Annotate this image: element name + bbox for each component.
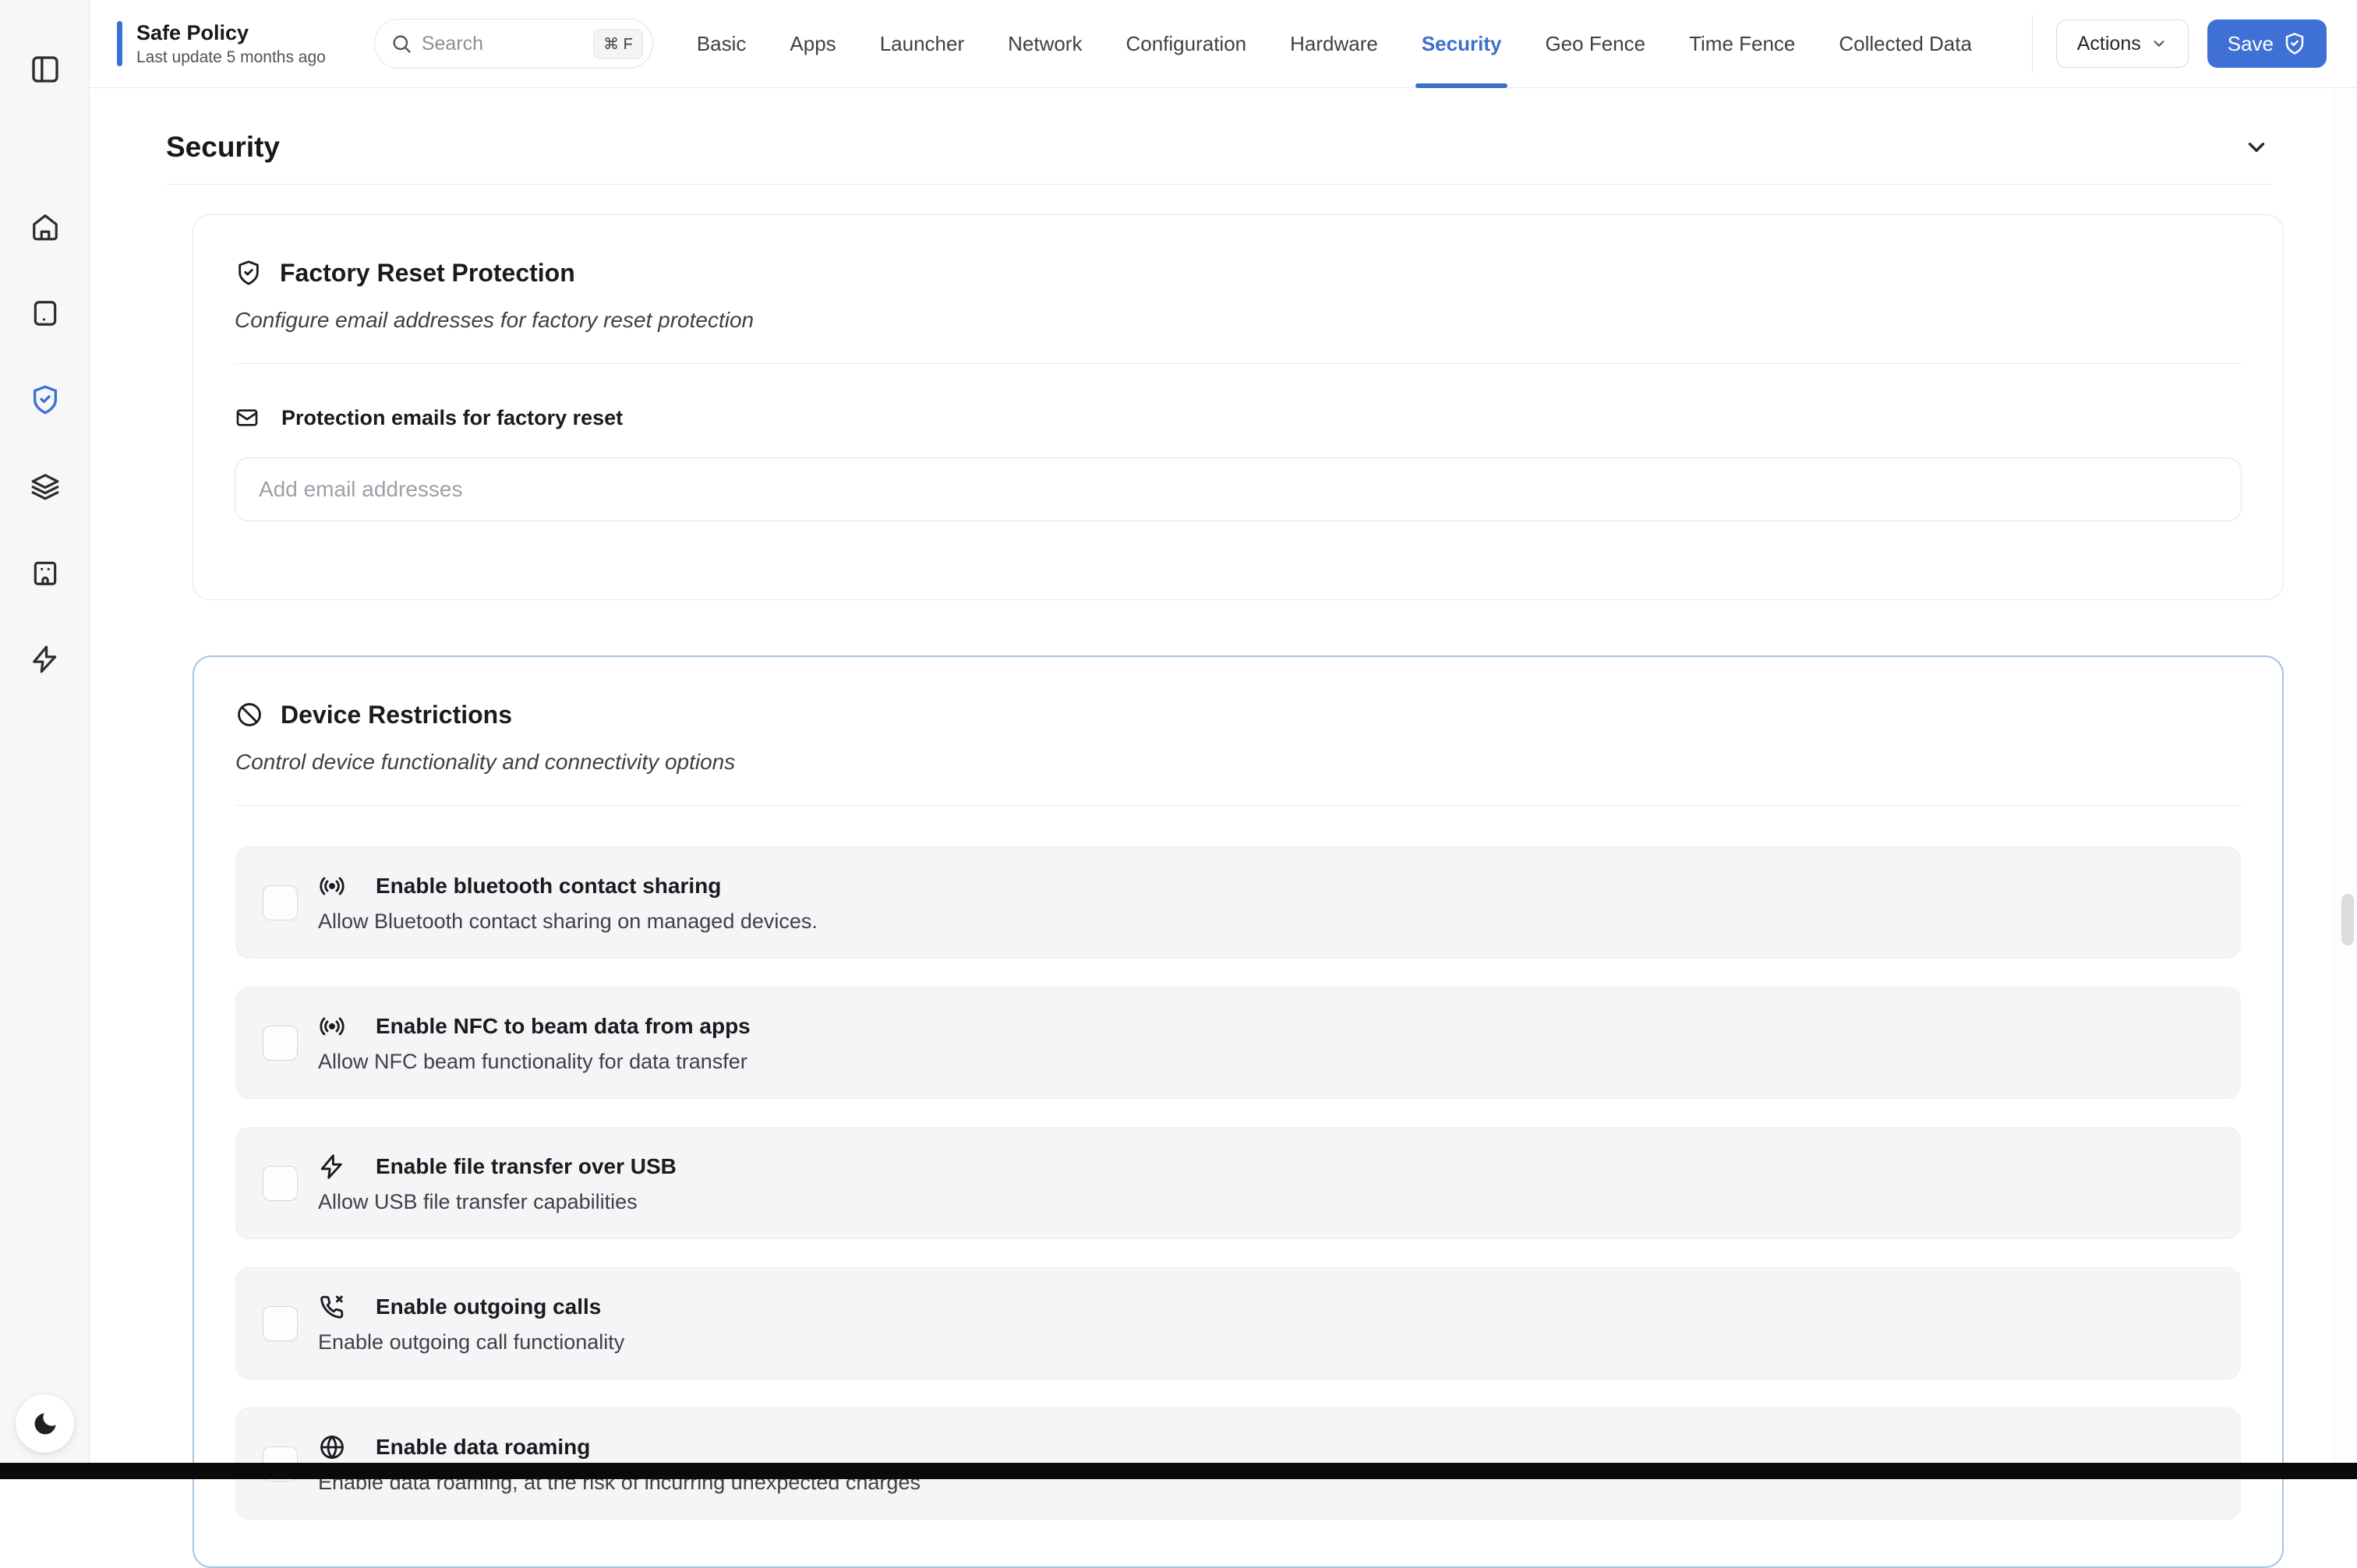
tab-hardware[interactable]: Hardware [1290,0,1378,88]
restriction-description: Allow USB file transfer capabilities [318,1188,677,1215]
panel-left-icon [30,54,61,85]
home-icon [30,212,60,242]
usb-file-transfer-checkbox[interactable] [263,1166,298,1201]
card-title: Device Restrictions [281,701,512,729]
ban-icon [235,701,263,729]
building-icon [30,558,60,588]
search-shortcut-badge: ⌘ F [593,29,643,59]
sidebar-item-automation[interactable] [29,643,62,676]
top-bar-actions: Actions Save [2032,14,2327,73]
globe-icon [318,1433,346,1461]
option-row-outgoing-calls[interactable]: Enable outgoing calls Enable outgoing ca… [235,1267,2241,1379]
protection-emails-input[interactable] [235,457,2242,521]
search-input[interactable] [422,33,584,55]
card-subtitle: Configure email addresses for factory re… [235,307,2242,334]
email-field-label: Protection emails for factory reset [281,406,623,430]
restriction-description: Enable outgoing call functionality [318,1329,624,1355]
tab-time-fence[interactable]: Time Fence [1689,0,1795,88]
policy-last-update: Last update 5 months ago [136,48,326,67]
tab-configuration[interactable]: Configuration [1125,0,1246,88]
sidebar-item-organization[interactable] [29,556,62,589]
tab-launcher[interactable]: Launcher [880,0,964,88]
moon-icon [31,1410,59,1438]
zap-icon [30,645,60,674]
section-divider [166,184,2272,185]
shield-check-icon [235,259,263,287]
save-button[interactable]: Save [2207,19,2327,68]
sidebar-item-devices[interactable] [29,297,62,330]
save-button-label: Save [2228,32,2274,56]
radio-waves-icon [318,1012,346,1040]
restriction-title: Enable data roaming [376,1435,590,1460]
sidebar-toggle-button[interactable] [29,53,62,86]
sidebar-nav [0,210,90,676]
policy-title-block: Safe Policy Last update 5 months ago [136,20,326,67]
tab-apps[interactable]: Apps [790,0,836,88]
radio-waves-icon [318,872,346,900]
card-title: Factory Reset Protection [280,259,575,288]
restriction-title: Enable NFC to beam data from apps [376,1014,751,1039]
nfc-beam-checkbox[interactable] [263,1026,298,1061]
search-icon [390,33,412,55]
policy-name: Safe Policy [136,20,326,45]
section-collapse-button[interactable] [2241,132,2272,163]
shield-check-icon [30,384,61,415]
sidebar-item-groups[interactable] [29,470,62,503]
scrollbar-track [2334,88,2357,1479]
bottom-edge-bar [0,1463,2357,1479]
shield-check-icon [2283,32,2306,55]
restriction-title: Enable file transfer over USB [376,1154,677,1179]
top-bar: Safe Policy Last update 5 months ago ⌘ F… [90,0,2357,88]
device-restrictions-card: Device Restrictions Control device funct… [193,655,2284,1568]
page-title: Security [166,131,280,164]
restriction-description: Allow Bluetooth contact sharing on manag… [318,908,818,934]
tab-security[interactable]: Security [1422,0,1502,88]
actions-button[interactable]: Actions [2056,19,2189,68]
tab-network[interactable]: Network [1008,0,1082,88]
chevron-down-icon [2243,134,2270,161]
zap-icon [318,1153,346,1181]
option-row-nfc-beam[interactable]: Enable NFC to beam data from apps Allow … [235,987,2241,1099]
layers-icon [30,471,60,501]
sidebar-item-home[interactable] [29,210,62,243]
outgoing-calls-checkbox[interactable] [263,1306,298,1341]
card-subtitle: Control device functionality and connect… [235,749,2241,775]
top-bar-divider [2032,14,2033,73]
tab-basic[interactable]: Basic [697,0,747,88]
sidebar [0,0,90,1479]
tab-collected-data[interactable]: Collected Data [1839,0,1972,88]
tab-geo-fence[interactable]: Geo Fence [1545,0,1645,88]
restriction-title: Enable bluetooth contact sharing [376,874,721,899]
scrollbar-thumb[interactable] [2341,894,2354,945]
factory-reset-protection-card: Factory Reset Protection Configure email… [193,214,2284,600]
phone-x-icon [318,1293,346,1321]
policy-tabs: Basic Apps Launcher Network Configuratio… [697,0,1972,88]
restriction-description: Allow NFC beam functionality for data tr… [318,1048,751,1075]
chevron-down-icon [2150,35,2168,52]
search-box[interactable]: ⌘ F [374,19,653,69]
policy-accent-bar [117,21,122,66]
card-divider [235,805,2241,806]
option-row-bluetooth-contact-sharing[interactable]: Enable bluetooth contact sharing Allow B… [235,846,2241,959]
actions-button-label: Actions [2077,33,2141,55]
sidebar-item-policies[interactable] [29,383,62,416]
restriction-options-list: Enable bluetooth contact sharing Allow B… [235,846,2241,1520]
mail-icon [235,405,260,430]
card-divider [235,363,2242,364]
main-content: Security Factory Reset Protection Config… [90,88,2357,1479]
restriction-title: Enable outgoing calls [376,1294,601,1319]
option-row-usb-file-transfer[interactable]: Enable file transfer over USB Allow USB … [235,1127,2241,1239]
theme-toggle-button[interactable] [16,1394,74,1453]
security-section-header: Security [166,131,2272,164]
tablet-device-icon [30,298,60,328]
bluetooth-contact-sharing-checkbox[interactable] [263,885,298,920]
